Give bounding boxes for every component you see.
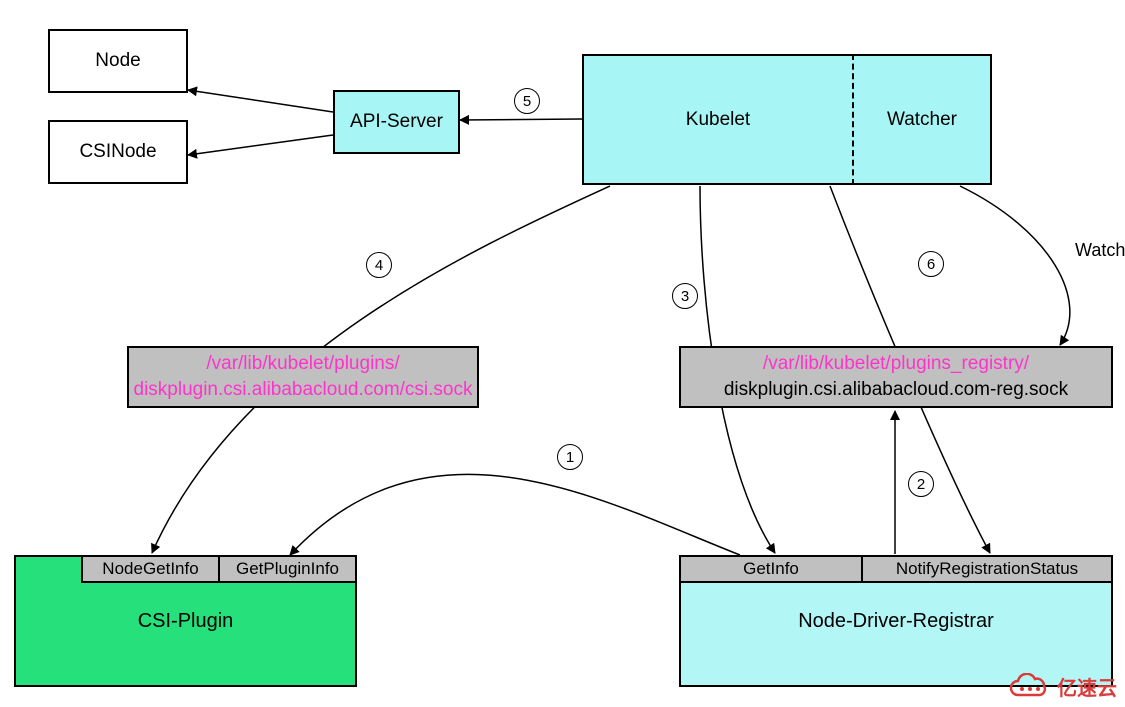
getinfo-label: GetInfo bbox=[743, 559, 799, 579]
sock-right-file: diskplugin.csi.alibabacloud.com-reg.sock bbox=[724, 377, 1068, 403]
getplugininfo-label: GetPluginInfo bbox=[236, 559, 339, 579]
api-server-label: API-Server bbox=[350, 111, 443, 133]
getinfo-endpoint: GetInfo bbox=[679, 555, 863, 583]
watcher-box: Watcher bbox=[852, 54, 992, 185]
step-6: 6 bbox=[918, 251, 944, 277]
sock-left-path: /var/lib/kubelet/plugins/ bbox=[206, 351, 399, 377]
step-2: 2 bbox=[908, 471, 934, 497]
sock-left-box: /var/lib/kubelet/plugins/ diskplugin.csi… bbox=[127, 346, 479, 408]
notify-label: NotifyRegistrationStatus bbox=[896, 559, 1078, 579]
ndr-title: Node-Driver-Registrar bbox=[798, 610, 994, 633]
node-box: Node bbox=[48, 29, 188, 93]
notify-endpoint: NotifyRegistrationStatus bbox=[861, 555, 1113, 583]
csinode-box: CSINode bbox=[48, 120, 188, 184]
step-3: 3 bbox=[672, 283, 698, 309]
sock-right-box: /var/lib/kubelet/plugins_registry/ diskp… bbox=[679, 346, 1113, 408]
watcher-label: Watcher bbox=[887, 109, 957, 131]
watermark-text: 亿速云 bbox=[1057, 672, 1117, 701]
watermark: 亿速云 bbox=[1007, 672, 1117, 701]
nodegetinfo-endpoint: NodeGetInfo bbox=[81, 555, 220, 583]
sock-left-file: diskplugin.csi.alibabacloud.com/csi.sock bbox=[134, 377, 473, 403]
step-5: 5 bbox=[514, 88, 540, 114]
nodegetinfo-label: NodeGetInfo bbox=[102, 559, 198, 579]
step-1: 1 bbox=[557, 444, 583, 470]
watch-label: Watch bbox=[1075, 240, 1125, 261]
node-label: Node bbox=[95, 50, 140, 72]
cloud-icon bbox=[1007, 673, 1051, 701]
sock-right-path: /var/lib/kubelet/plugins_registry/ bbox=[763, 351, 1029, 377]
csinode-label: CSINode bbox=[79, 141, 156, 163]
getplugininfo-endpoint: GetPluginInfo bbox=[218, 555, 357, 583]
step-4: 4 bbox=[366, 252, 392, 278]
kubelet-box: Kubelet bbox=[582, 54, 854, 185]
csi-plugin-title: CSI-Plugin bbox=[138, 610, 234, 633]
kubelet-label: Kubelet bbox=[686, 109, 750, 131]
api-server-box: API-Server bbox=[333, 90, 460, 154]
